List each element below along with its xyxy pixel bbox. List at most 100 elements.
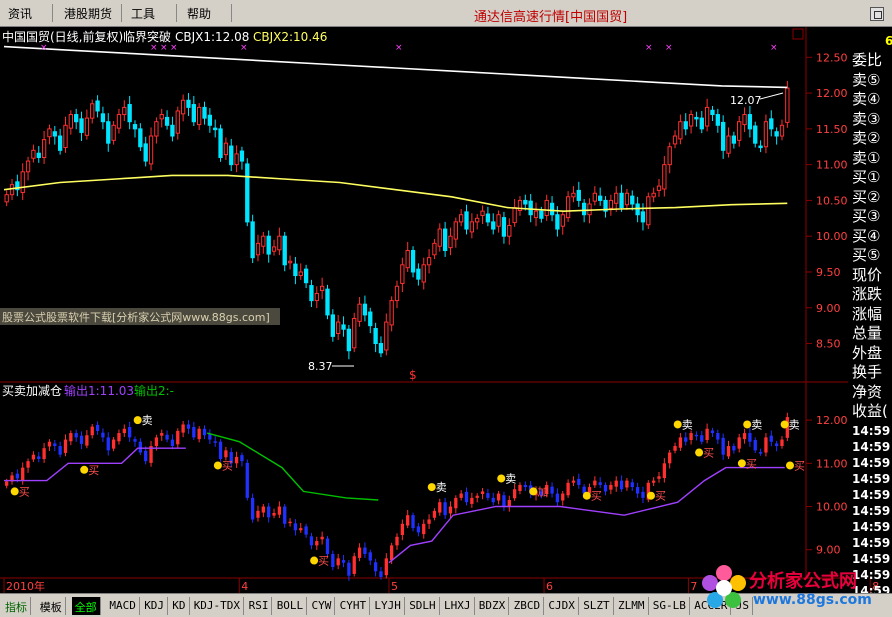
indicator-bar <box>705 428 709 440</box>
indicator-bar <box>283 506 287 524</box>
indicator-tab-[interactable]: 全部 <box>71 597 101 615</box>
indicator-bar <box>454 497 458 509</box>
indicator-bar <box>753 439 757 451</box>
watermark-text: 股票公式股票软件下载[分析家公式网www.88gs.com] <box>2 310 270 324</box>
indicator-bar <box>411 515 415 529</box>
logo-title: 分析家公式网 <box>749 571 857 592</box>
indicator-tab-sglb[interactable]: SG-LB <box>649 597 690 615</box>
candle-body <box>234 153 239 166</box>
price-tick-label: 8.50 <box>816 338 841 351</box>
indicator-bar <box>389 545 394 561</box>
indicator-bar <box>197 428 201 440</box>
indicator-bar <box>117 433 121 442</box>
candle-body <box>132 124 138 130</box>
candle-body <box>314 292 319 302</box>
indicator-tab-kd[interactable]: KD <box>169 597 190 615</box>
indicator-tab-cyw[interactable]: CYW <box>308 597 336 615</box>
candle-body <box>678 121 683 140</box>
indicator-bar <box>721 437 725 455</box>
indicator-tab-zlmm[interactable]: ZLMM <box>615 597 649 615</box>
indicator-tab-cyht[interactable]: CYHT <box>336 597 371 615</box>
candle-body <box>769 118 774 130</box>
candle-body <box>266 235 271 255</box>
indicator-tab-rsi[interactable]: RSI <box>245 597 273 615</box>
indicator-bar <box>95 424 100 431</box>
candle-body <box>747 114 753 130</box>
signal-hand-icon <box>780 420 789 429</box>
candle-body <box>229 145 234 166</box>
quote-field-label: 收益( <box>852 402 888 420</box>
stock-chart[interactable]: 8.50 9.00 9.50 10.00 10.50 11.00 11.50 12.00 12.… <box>0 27 892 593</box>
candle-body <box>90 103 95 119</box>
menu-item-help[interactable]: 帮助 <box>187 5 211 22</box>
candle-body <box>662 164 667 190</box>
indicator-bar <box>502 495 506 507</box>
candle-body <box>715 114 720 126</box>
indicator-bar <box>85 435 89 446</box>
indicator-bar <box>90 426 94 436</box>
indicator-bar <box>571 480 576 483</box>
candle-body <box>646 196 651 226</box>
candle-body <box>560 214 565 227</box>
indicator-tab-kdj[interactable]: KDJ <box>141 597 169 615</box>
indicator-tab-cjdx[interactable]: CJDX <box>545 597 579 615</box>
logo-url: www.88gs.com <box>753 592 872 608</box>
indicator-bar <box>15 473 20 479</box>
indicator-tab-lhxj[interactable]: LHXJ <box>441 597 475 615</box>
indicator-tab-kdjtdx[interactable]: KDJ-TDX <box>190 597 245 615</box>
indicator-bar <box>689 433 693 440</box>
buy-signal-label: 买 <box>794 459 805 472</box>
indicator-bar <box>700 435 704 442</box>
candle-body <box>598 195 603 201</box>
indicator-tab-[interactable]: 模板 <box>36 597 66 615</box>
indicator-bar <box>176 430 180 445</box>
candle-body <box>651 192 656 198</box>
indicator-bar <box>593 480 597 486</box>
menu-item-info[interactable]: 资讯 <box>8 5 32 22</box>
indicator-tab-sdlh[interactable]: SDLH <box>406 597 440 615</box>
indicator-bar <box>165 434 169 440</box>
time-tick-label: 5 <box>391 580 398 593</box>
candle-body <box>202 106 207 119</box>
indicator-bar <box>614 480 618 487</box>
indicator-bar <box>21 467 25 481</box>
indicator-bar <box>138 441 143 453</box>
trade-time: 14:59 <box>852 487 891 502</box>
window-restore-button[interactable] <box>870 7 884 21</box>
candle-body <box>36 152 41 158</box>
indicator-tab-bdzx[interactable]: BDZX <box>475 597 510 615</box>
indicator-bar <box>218 441 223 459</box>
indicator-bar <box>400 523 405 536</box>
indicator-bar <box>47 441 52 447</box>
output2-readout: 输出2:- <box>134 383 174 398</box>
candle-body <box>491 221 496 230</box>
indicator-bar <box>170 439 175 447</box>
trade-time: 14:59 <box>852 535 891 550</box>
indicator-tab-slzt[interactable]: SLZT <box>580 597 614 615</box>
candle-body <box>405 250 410 269</box>
indicator-bar <box>304 526 308 535</box>
menu-item-tools[interactable]: 工具 <box>131 5 155 22</box>
indicator-tab-boll[interactable]: BOLL <box>273 597 308 615</box>
candle-body <box>239 150 245 162</box>
indicator-tab-[interactable]: 指标 <box>2 597 31 615</box>
price-tick-label: 11.50 <box>816 123 848 136</box>
indicator-bar <box>267 506 271 518</box>
candle-body <box>565 196 571 219</box>
candle-body <box>571 192 576 198</box>
corner-badge: 6 <box>885 34 892 48</box>
indicator-bar <box>406 515 410 526</box>
indicator-bar <box>42 448 46 459</box>
menu-item-hk-futures[interactable]: 港股期货 <box>64 5 112 22</box>
indicator-bar <box>710 430 715 434</box>
indicator-tab-lyjh[interactable]: LYJH <box>371 597 405 615</box>
indicator-bar <box>550 486 554 494</box>
indicator-bar <box>443 502 447 516</box>
indicator-bar <box>603 484 608 492</box>
indicator-tab-zbcd[interactable]: ZBCD <box>510 597 545 615</box>
candle-body <box>143 143 148 162</box>
cbjx1-readout: CBJX1:12.08 <box>175 30 249 44</box>
candle-body <box>694 116 699 120</box>
indicator-tab-macd[interactable]: MACD <box>106 597 140 615</box>
signal-cross-marker: × <box>770 43 778 53</box>
